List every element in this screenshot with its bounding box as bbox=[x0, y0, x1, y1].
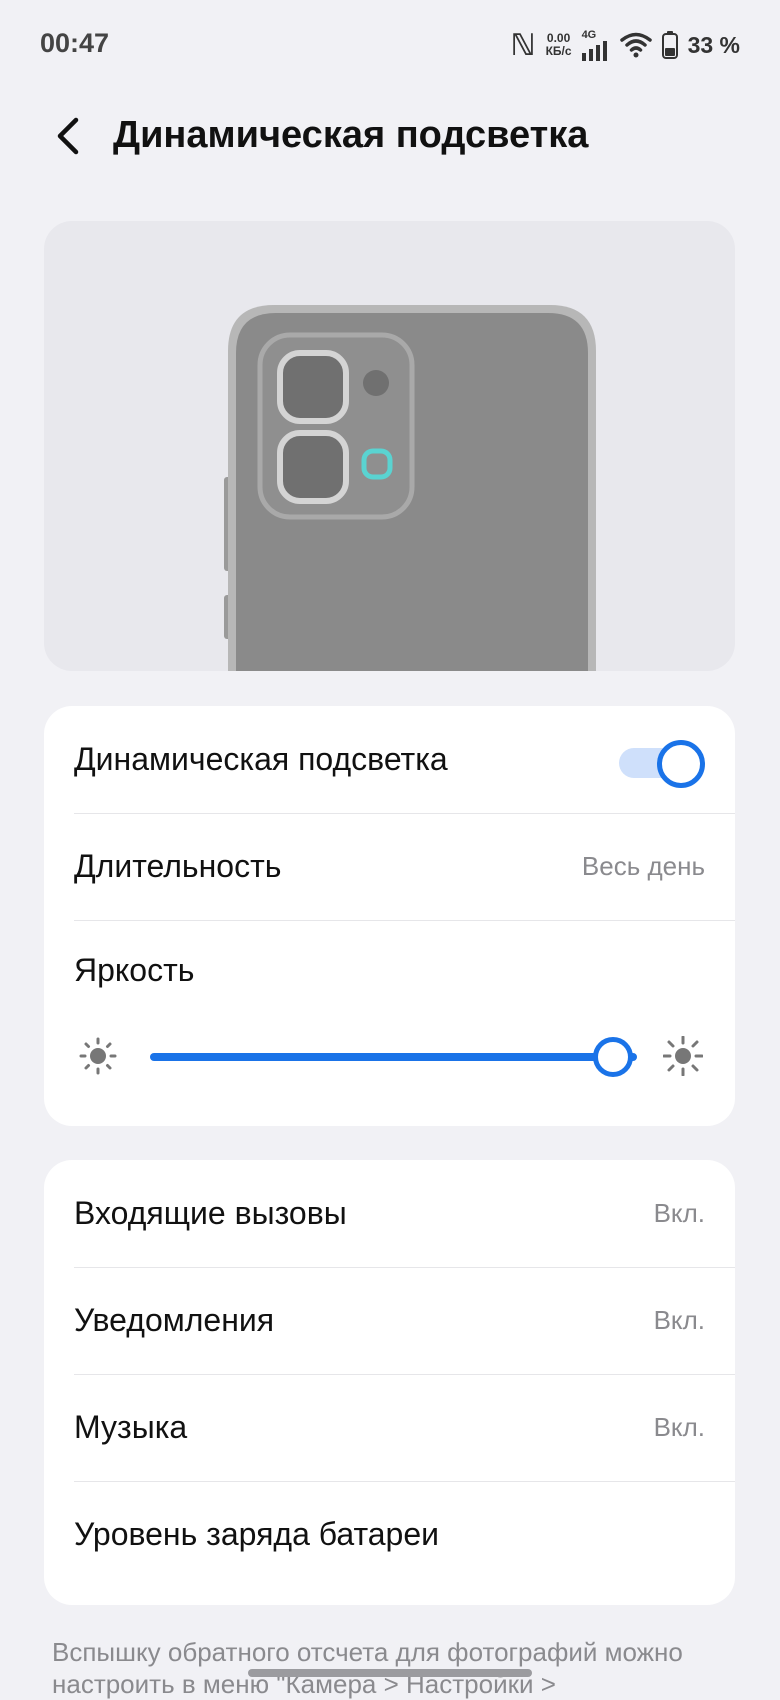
slider-track[interactable] bbox=[150, 1053, 637, 1061]
signal-icon bbox=[581, 40, 607, 61]
notifications-label: Уведомления bbox=[74, 1302, 275, 1338]
nfc-icon: ℕ bbox=[510, 27, 536, 63]
list-item[interactable]: Музыка Вкл. bbox=[74, 1374, 735, 1482]
list-item[interactable]: Уровень заряда батареи bbox=[74, 1481, 735, 1588]
sun-small-icon bbox=[79, 1037, 117, 1075]
list-item[interactable]: Входящие вызовы Вкл. bbox=[74, 1160, 735, 1268]
toggle-knob bbox=[657, 740, 705, 788]
duration-value: Весь день bbox=[581, 851, 705, 881]
page-title: Динамическая подсветка bbox=[113, 114, 589, 156]
notifications-value: Вкл. bbox=[653, 1305, 705, 1335]
status-icons: ℕ 0.00 КБ/с 4G 33 % bbox=[510, 27, 740, 63]
footer-note: Вспышку обратного отсчета для фотографий… bbox=[52, 1637, 683, 1699]
slider-thumb[interactable] bbox=[592, 1037, 633, 1077]
dynamic-light-toggle-row[interactable]: Динамическая подсветка bbox=[74, 706, 735, 814]
network-label: 4G bbox=[581, 28, 597, 41]
duration-row[interactable]: Длительность Весь день bbox=[74, 813, 735, 921]
dynamic-light-label: Динамическая подсветка bbox=[74, 741, 448, 777]
phone-preview bbox=[44, 221, 735, 671]
settings-card-events: Входящие вызовы Вкл. Уведомления Вкл. Му… bbox=[44, 1160, 735, 1605]
incoming-calls-value: Вкл. bbox=[653, 1198, 705, 1228]
wifi-icon bbox=[619, 32, 652, 58]
list-item[interactable]: Уведомления Вкл. bbox=[74, 1267, 735, 1375]
home-indicator[interactable] bbox=[248, 1669, 532, 1677]
duration-label: Длительность bbox=[74, 848, 282, 884]
network-type: 4G bbox=[581, 28, 610, 61]
battery-icon bbox=[661, 31, 678, 59]
dynamic-light-toggle[interactable] bbox=[619, 740, 705, 788]
status-time: 00:47 bbox=[40, 28, 110, 58]
sun-large-icon bbox=[663, 1036, 703, 1076]
music-value: Вкл. bbox=[653, 1412, 705, 1442]
phone-illustration bbox=[224, 305, 596, 671]
brightness-label: Яркость bbox=[74, 952, 195, 988]
incoming-calls-label: Входящие вызовы bbox=[74, 1195, 347, 1231]
status-bar: 00:47 ℕ 0.00 КБ/с 4G 33 % bbox=[0, 0, 780, 90]
back-icon[interactable] bbox=[52, 116, 88, 156]
battery-level-label: Уровень заряда батареи bbox=[74, 1516, 439, 1552]
brightness-slider[interactable] bbox=[44, 1026, 735, 1086]
battery-percent: 33 % bbox=[687, 31, 740, 58]
network-speed: 0.00 КБ/с bbox=[546, 32, 572, 58]
settings-card-main: Динамическая подсветка Длительность Весь… bbox=[44, 706, 735, 1126]
speed-unit: КБ/с bbox=[545, 44, 572, 58]
header: Динамическая подсветка bbox=[0, 100, 780, 174]
music-label: Музыка bbox=[74, 1409, 188, 1445]
